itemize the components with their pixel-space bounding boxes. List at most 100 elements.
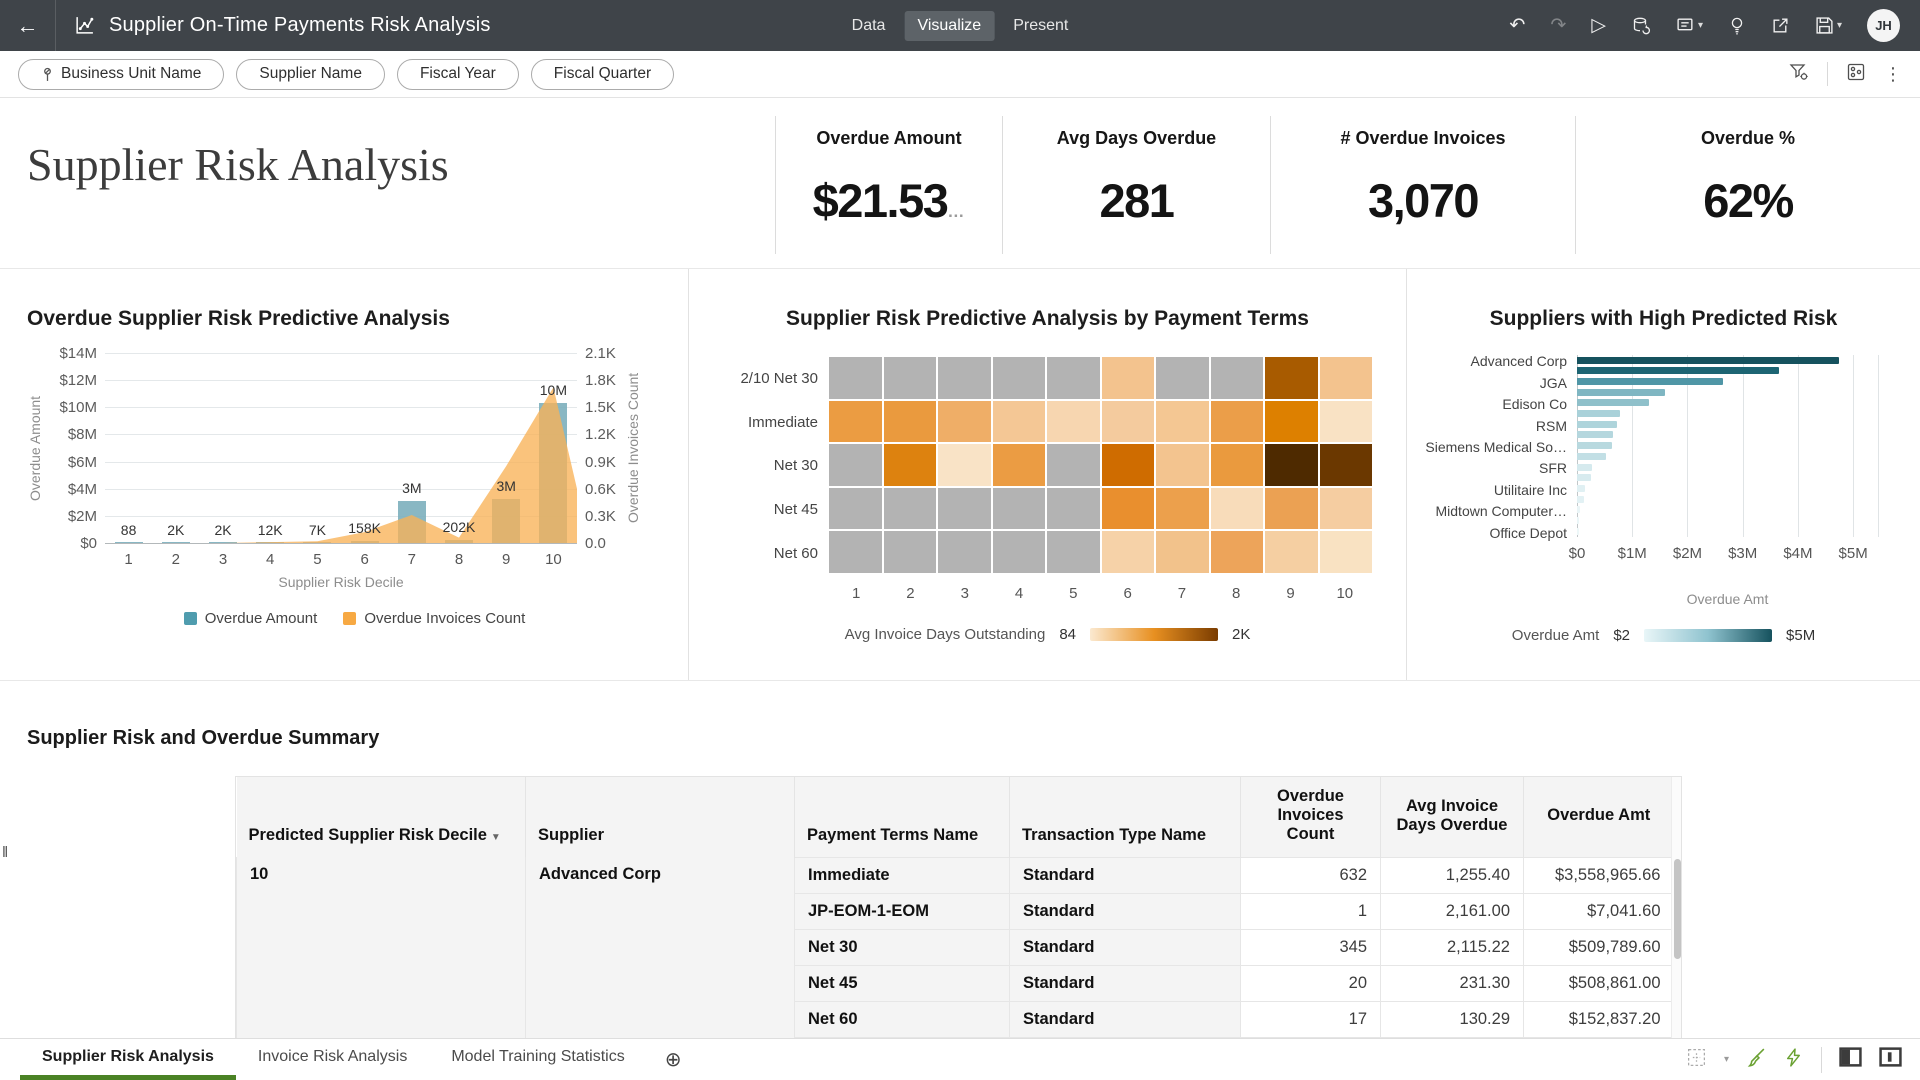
heatmap-cell[interactable] xyxy=(1320,444,1373,486)
risk-bar[interactable] xyxy=(1577,357,1839,364)
left-panel-toggle-icon[interactable] xyxy=(1839,1047,1862,1072)
invoice-count-area[interactable] xyxy=(105,353,577,543)
kpi-overdue-percent[interactable]: Overdue % 62% xyxy=(1575,116,1920,254)
table-cell[interactable]: 1 xyxy=(1241,893,1381,929)
more-menu-icon[interactable]: ⋮ xyxy=(1884,64,1902,85)
scrollbar-thumb[interactable] xyxy=(1674,859,1681,959)
filter-settings-icon[interactable] xyxy=(1789,62,1809,87)
risk-bar[interactable] xyxy=(1577,517,1579,524)
right-panel-toggle-icon[interactable] xyxy=(1879,1047,1902,1072)
annotate-icon[interactable]: ▾ xyxy=(1676,16,1703,35)
heatmap-cell[interactable] xyxy=(884,531,937,573)
table-cell[interactable]: JP-EOM-1-EOM xyxy=(795,893,1010,929)
heatmap-cell[interactable] xyxy=(1320,531,1373,573)
hbar-plot-area[interactable] xyxy=(1577,355,1878,537)
canvas-properties-icon[interactable] xyxy=(1846,62,1866,87)
table-cell[interactable]: 2,115.22 xyxy=(1381,929,1524,965)
legend-item[interactable]: Overdue Invoices Count xyxy=(343,610,525,627)
kpi-overdue-amount[interactable]: Overdue Amount $21.53… xyxy=(775,116,1002,254)
column-header[interactable]: Payment Terms Name xyxy=(795,777,1010,857)
decile-cell[interactable]: 10 xyxy=(237,857,526,1044)
heatmap-cell[interactable] xyxy=(1265,357,1318,399)
heatmap-cell[interactable] xyxy=(993,531,1046,573)
heatmap-chart[interactable]: 2/10 Net 30ImmediateNet 30Net 45Net 6012… xyxy=(689,357,1406,643)
table-cell[interactable]: 1,255.40 xyxy=(1381,857,1524,893)
panel-resize-handle[interactable]: ‖ xyxy=(2,844,6,861)
heatmap-cell[interactable] xyxy=(1320,357,1373,399)
table-cell[interactable]: 345 xyxy=(1241,929,1381,965)
refresh-data-icon[interactable] xyxy=(1631,16,1651,36)
table-cell[interactable]: Net 45 xyxy=(795,965,1010,1001)
table-cell[interactable]: 130.29 xyxy=(1381,1001,1524,1037)
table-cell[interactable]: Standard xyxy=(1010,893,1241,929)
canvas-layout-icon[interactable] xyxy=(1686,1047,1707,1073)
table-cell[interactable]: 632 xyxy=(1241,857,1381,893)
column-header[interactable]: Supplier xyxy=(526,777,795,857)
kpi-avg-days-overdue[interactable]: Avg Days Overdue 281 xyxy=(1002,116,1270,254)
export-icon[interactable] xyxy=(1771,16,1790,35)
canvas-tab-supplier-risk[interactable]: Supplier Risk Analysis xyxy=(20,1039,236,1080)
heatmap-cell[interactable] xyxy=(1211,401,1264,443)
table-cell[interactable]: $3,558,965.66 xyxy=(1524,857,1674,893)
heatmap-cell[interactable] xyxy=(1047,401,1100,443)
heatmap-cell[interactable] xyxy=(1265,401,1318,443)
heatmap-cell[interactable] xyxy=(829,444,882,486)
auto-refresh-icon[interactable] xyxy=(1784,1047,1804,1073)
heatmap-cell[interactable] xyxy=(1156,357,1209,399)
heatmap-cell[interactable] xyxy=(884,401,937,443)
heatmap-cell[interactable] xyxy=(1047,488,1100,530)
filter-pill-supplier-name[interactable]: Supplier Name xyxy=(236,59,385,90)
risk-bar[interactable] xyxy=(1577,399,1649,406)
table-cell[interactable]: $152,837.20 xyxy=(1524,1001,1674,1037)
column-header[interactable]: Overdue Amt xyxy=(1524,777,1674,857)
column-header[interactable]: Predicted Supplier Risk Decile▼ xyxy=(237,777,526,857)
undo-icon[interactable]: ↶ xyxy=(1509,14,1525,37)
combo-plot-area[interactable]: 882K2K12K7K158K3M202K3M10M xyxy=(105,353,577,543)
heatmap-cell[interactable] xyxy=(938,444,991,486)
risk-bar[interactable] xyxy=(1577,464,1592,471)
heatmap-cell[interactable] xyxy=(1211,444,1264,486)
sort-icon[interactable]: ▼ xyxy=(491,832,501,843)
heatmap-cell[interactable] xyxy=(993,488,1046,530)
heatmap-cell[interactable] xyxy=(829,531,882,573)
redo-icon[interactable]: ↷ xyxy=(1550,14,1566,37)
table-cell[interactable]: 17 xyxy=(1241,1001,1381,1037)
tab-data[interactable]: Data xyxy=(839,11,899,41)
table-cell[interactable]: Net 60 xyxy=(795,1001,1010,1037)
heatmap-cell[interactable] xyxy=(1156,401,1209,443)
risk-bar[interactable] xyxy=(1577,485,1585,492)
heatmap-cell[interactable] xyxy=(1320,488,1373,530)
table-scrollbar[interactable] xyxy=(1671,777,1681,1043)
heatmap-cell[interactable] xyxy=(1156,531,1209,573)
column-header[interactable]: Avg Invoice Days Overdue xyxy=(1381,777,1524,857)
risk-bar[interactable] xyxy=(1577,367,1779,374)
tab-visualize[interactable]: Visualize xyxy=(904,11,994,41)
risk-bar[interactable] xyxy=(1577,453,1606,460)
heatmap-cell[interactable] xyxy=(884,444,937,486)
risk-bar[interactable] xyxy=(1577,506,1580,513)
heatmap-cell[interactable] xyxy=(1102,401,1155,443)
save-icon[interactable]: ▾ xyxy=(1815,16,1842,35)
column-header[interactable]: Transaction Type Name xyxy=(1010,777,1241,857)
filter-pill-fiscal-quarter[interactable]: Fiscal Quarter xyxy=(531,59,674,90)
add-canvas-button[interactable]: ⊕ xyxy=(647,1039,700,1080)
table-cell[interactable]: $509,789.60 xyxy=(1524,929,1674,965)
risk-bar[interactable] xyxy=(1577,410,1620,417)
canvas-tab-invoice-risk[interactable]: Invoice Risk Analysis xyxy=(236,1039,429,1080)
column-header[interactable]: Overdue Invoices Count xyxy=(1241,777,1381,857)
table-cell[interactable]: $508,861.00 xyxy=(1524,965,1674,1001)
heatmap-cell[interactable] xyxy=(1265,531,1318,573)
heatmap-cell[interactable] xyxy=(993,401,1046,443)
heatmap-cell[interactable] xyxy=(1211,488,1264,530)
insights-icon[interactable] xyxy=(1728,16,1746,36)
table-cell[interactable]: Standard xyxy=(1010,929,1241,965)
table-cell[interactable]: 231.30 xyxy=(1381,965,1524,1001)
risk-bar[interactable] xyxy=(1577,496,1584,503)
heatmap-cell[interactable] xyxy=(829,488,882,530)
heatmap-cell[interactable] xyxy=(1156,444,1209,486)
avatar[interactable]: JH xyxy=(1867,9,1900,42)
risk-bar[interactable] xyxy=(1577,474,1591,481)
layout-caret-icon[interactable]: ▾ xyxy=(1724,1054,1729,1065)
back-button[interactable]: ← xyxy=(0,0,56,51)
hbar-chart[interactable]: Advanced CorpJGAEdison CoRSMSiemens Medi… xyxy=(1407,355,1920,644)
